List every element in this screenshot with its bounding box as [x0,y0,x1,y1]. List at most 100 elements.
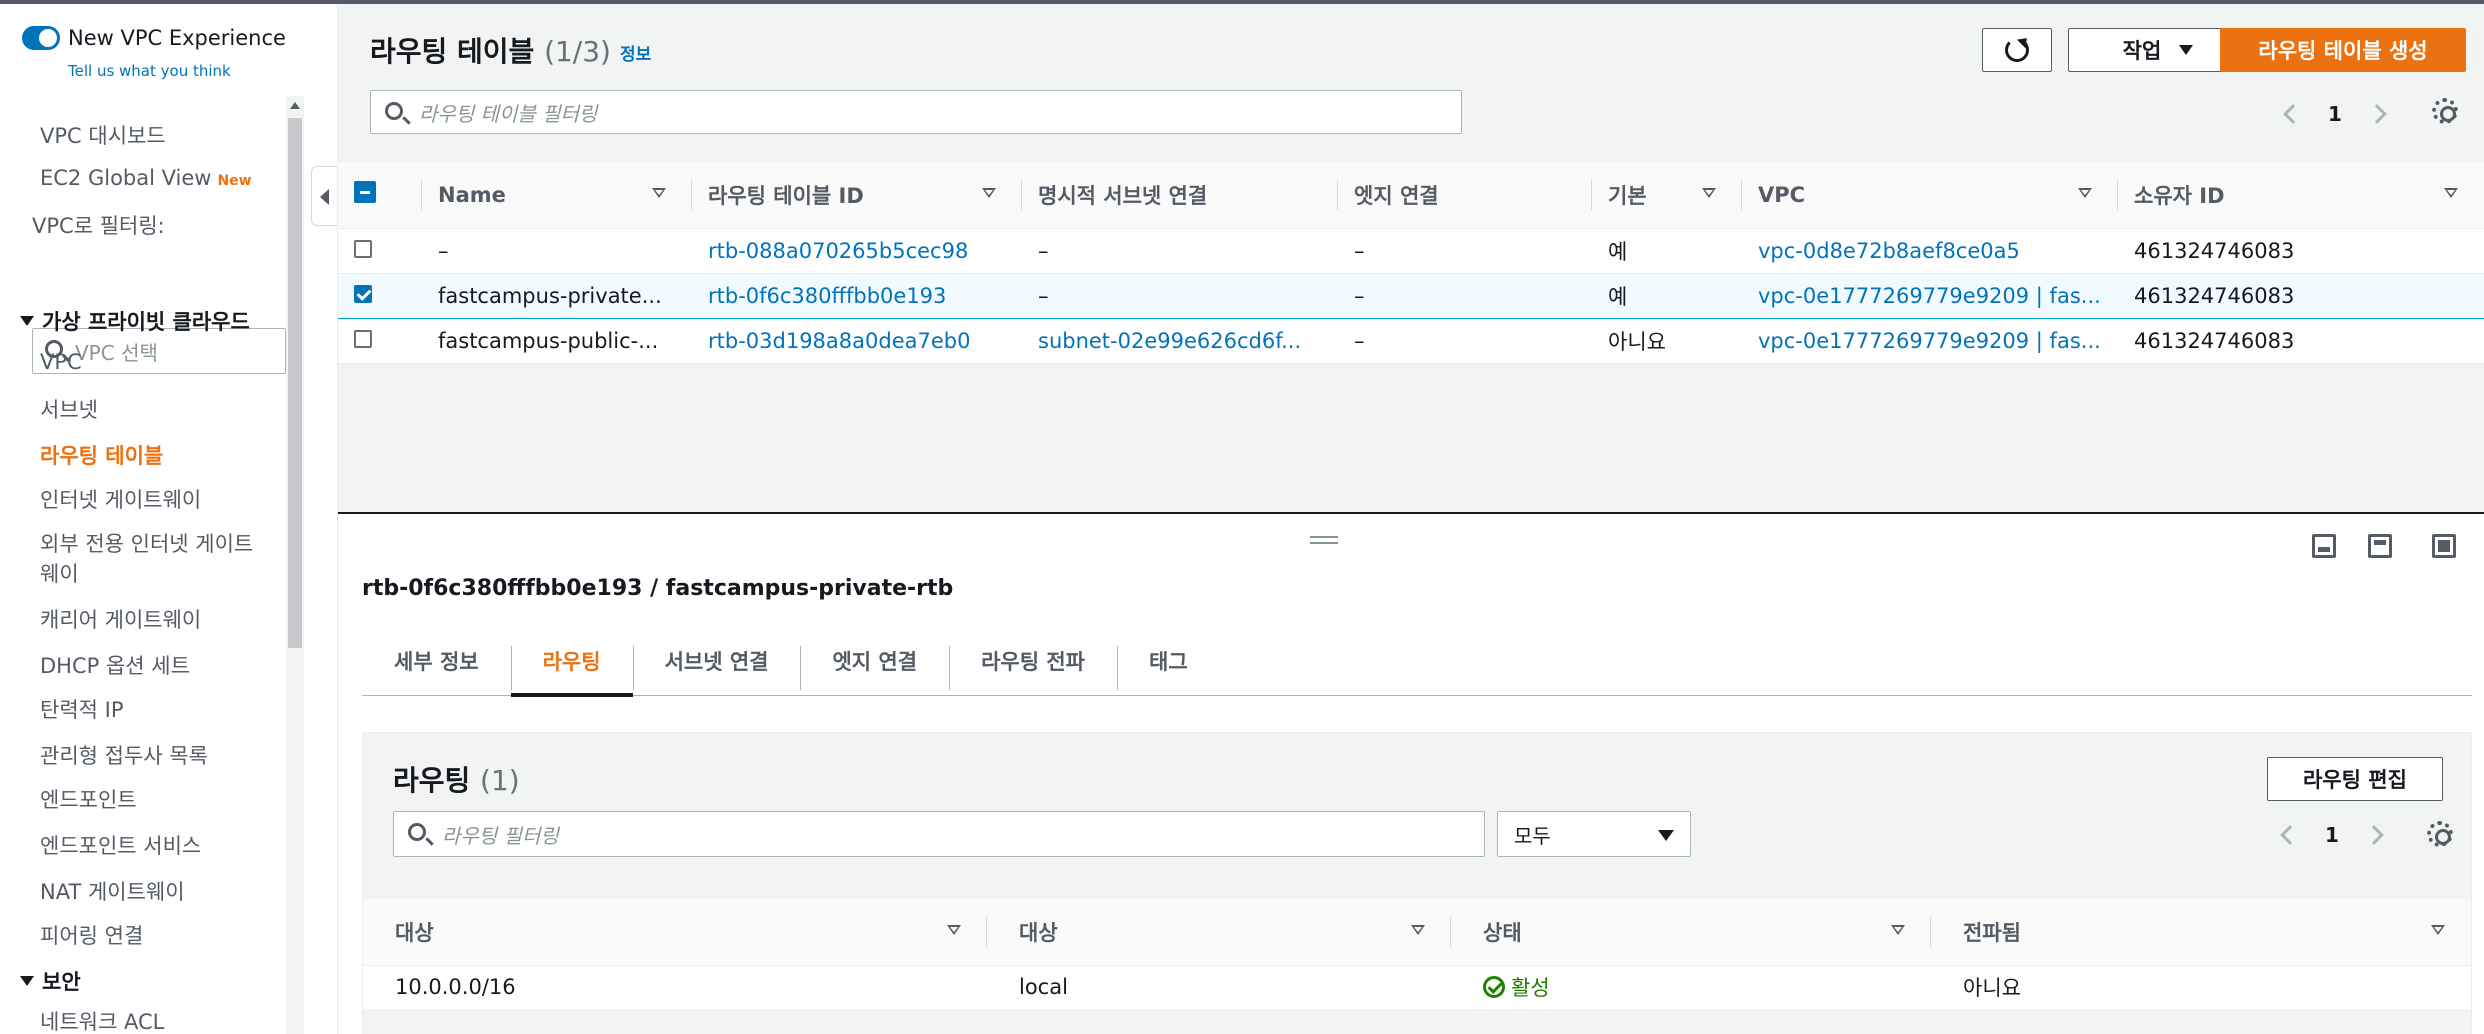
routes-filter-input[interactable]: 라우팅 필터링 [393,811,1485,857]
sort-icon[interactable] [1702,188,1716,198]
cell-route-table-id[interactable]: rtb-088a070265b5cec98 [692,228,1022,274]
sort-icon[interactable] [1891,925,1905,935]
column-status[interactable]: 상태 [1451,899,1931,966]
column-main[interactable]: 기본 [1592,162,1742,229]
new-vpc-experience[interactable]: New VPC Experience [22,26,286,50]
column-destination[interactable]: 대상 [363,899,987,966]
column-route-table-id[interactable]: 라우팅 테이블 ID [692,162,1022,229]
column-edge-associations[interactable]: 엣지 연결 [1338,162,1592,229]
preferences-gear-icon[interactable] [2432,98,2458,124]
sidebar-item-elastic-ip[interactable]: 탄력적 IP [40,694,124,724]
panel-full-icon[interactable] [2432,534,2456,558]
sidebar-item-egress-only-igw[interactable]: 외부 전용 인터넷 게이트 [40,528,253,558]
table-row: 10.0.0.0/16 local 활성 아니요 [363,965,2471,1009]
cell-subnet[interactable]: subnet-02e99e626cd6f... [1022,318,1338,364]
route-table-filter-input[interactable]: 라우팅 테이블 필터링 [370,90,1462,134]
vpc-filter-label: VPC로 필터링: [32,214,165,238]
sidebar-item-subnets[interactable]: 서브넷 [40,394,98,424]
sidebar-item-route-tables[interactable]: 라우팅 테이블 [40,440,163,470]
table-row[interactable]: fastcampus-private... rtb-0f6c380fffbb0e… [338,272,2484,319]
sort-icon[interactable] [947,925,961,935]
column-name[interactable]: Name [422,162,692,229]
cell-edge: – [1338,318,1592,364]
route-tables-panel: 라우팅 테이블 (1/3) 정보 작업 라우팅 테이블 생성 라우팅 테이블 필… [338,4,2484,512]
tab-routes[interactable]: 라우팅 [510,626,633,697]
panel-side-icon[interactable] [2368,534,2392,558]
sort-icon[interactable] [2078,188,2092,198]
tab-details[interactable]: 세부 정보 [362,626,511,695]
new-vpc-experience-toggle[interactable] [22,26,60,50]
detail-tabs: 세부 정보 라우팅 서브넷 연결 엣지 연결 라우팅 전파 태그 [362,626,2472,697]
create-route-table-button[interactable]: 라우팅 테이블 생성 [2220,28,2466,72]
edit-routes-button[interactable]: 라우팅 편집 [2267,757,2443,801]
split-panel: rtb-0f6c380fffbb0e193 / fastcampus-priva… [338,512,2484,1034]
routes-preferences-gear-icon[interactable] [2427,821,2453,847]
row-select-cell[interactable] [338,228,422,274]
cell-vpc[interactable]: vpc-0d8e72b8aef8ce0a5 [1742,228,2118,274]
sort-icon[interactable] [2431,925,2445,935]
panel-bottom-icon[interactable] [2312,534,2336,558]
column-header-propagated: 전파됨 [1963,920,2021,945]
refresh-button[interactable] [1982,28,2052,72]
sidebar-item-nat-gateways[interactable]: NAT 게이트웨이 [40,876,185,906]
current-page[interactable]: 1 [2328,102,2342,126]
select-all-header[interactable] [338,162,422,229]
row-checkbox[interactable] [354,329,372,348]
sidebar-item-carrier-gateways[interactable]: 캐리어 게이트웨이 [40,604,201,634]
scroll-up-icon[interactable] [290,102,300,109]
tab-route-propagation[interactable]: 라우팅 전파 [949,626,1117,695]
scrollbar-thumb[interactable] [288,118,302,648]
sidebar-item-ec2-global-view[interactable]: EC2 Global View New [40,166,252,190]
sidebar-scrollbar[interactable] [286,96,304,1034]
column-subnet-associations[interactable]: 명시적 서브넷 연결 [1022,162,1338,229]
row-checkbox[interactable] [354,239,372,258]
info-link[interactable]: 정보 [620,40,651,65]
sidebar-item-dashboard[interactable]: VPC 대시보드 [40,120,166,150]
tab-tags[interactable]: 태그 [1117,626,1220,695]
cell-route-table-id[interactable]: rtb-03d198a8a0dea7eb0 [692,318,1022,364]
sidebar-item-internet-gateways[interactable]: 인터넷 게이트웨이 [40,484,201,514]
column-header-owner: 소유자 ID [2134,183,2225,208]
row-select-cell[interactable] [338,318,422,364]
sidebar-group-vpc[interactable]: 가상 프라이빗 클라우드 [20,306,250,336]
row-checkbox[interactable] [354,284,372,303]
tab-edge-associations[interactable]: 엣지 연결 [800,626,949,695]
sidebar-item-prefix-lists[interactable]: 관리형 접두사 목록 [40,740,208,770]
routes-scope-select[interactable]: 모두 [1497,811,1691,857]
sort-icon[interactable] [2444,188,2458,198]
sidebar-item-endpoint-services[interactable]: 엔드포인트 서비스 [40,830,201,860]
cell-name: – [422,228,692,274]
sidebar-item-vpc[interactable]: VPC [40,350,82,374]
column-propagated[interactable]: 전파됨 [1931,899,2471,966]
next-page-icon[interactable] [2364,825,2384,845]
collapse-sidebar-button[interactable] [311,166,337,226]
column-owner-id[interactable]: 소유자 ID [2118,162,2484,229]
sort-icon[interactable] [1411,925,1425,935]
routes-current-page[interactable]: 1 [2325,823,2339,847]
tab-subnet-associations[interactable]: 서브넷 연결 [632,626,801,695]
previous-page-icon[interactable] [2283,104,2303,124]
sidebar-group-security[interactable]: 보안 [20,966,81,996]
sort-icon[interactable] [982,188,996,198]
previous-page-icon[interactable] [2280,825,2300,845]
sidebar-item-peering[interactable]: 피어링 연결 [40,920,143,950]
next-page-icon[interactable] [2367,104,2387,124]
cell-main: 예 [1592,228,1742,274]
cell-vpc[interactable]: vpc-0e1777269779e9209 | fas... [1742,318,2118,364]
row-select-cell[interactable] [338,272,422,319]
column-header-vpc: VPC [1758,182,1806,207]
table-row[interactable]: fastcampus-public-... rtb-03d198a8a0dea7… [338,318,2484,364]
feedback-link[interactable]: Tell us what you think [68,62,231,80]
sidebar-item-endpoints[interactable]: 엔드포인트 [40,784,137,814]
table-row[interactable]: – rtb-088a070265b5cec98 – – 예 vpc-0d8e72… [338,228,2484,274]
cell-route-table-id[interactable]: rtb-0f6c380fffbb0e193 [692,272,1022,319]
sort-icon[interactable] [652,188,666,198]
sidebar-item-network-acl[interactable]: 네트워크 ACL [40,1006,164,1034]
resize-handle[interactable] [1310,536,1338,544]
sidebar-item-dhcp-options[interactable]: DHCP 옵션 세트 [40,650,190,680]
sidebar-item-egress-only-igw-wrap[interactable]: 웨이 [40,558,79,588]
column-target[interactable]: 대상 [987,899,1451,966]
cell-vpc[interactable]: vpc-0e1777269779e9209 | fas... [1742,272,2118,319]
select-all-checkbox[interactable] [354,181,376,204]
column-vpc[interactable]: VPC [1742,162,2118,229]
